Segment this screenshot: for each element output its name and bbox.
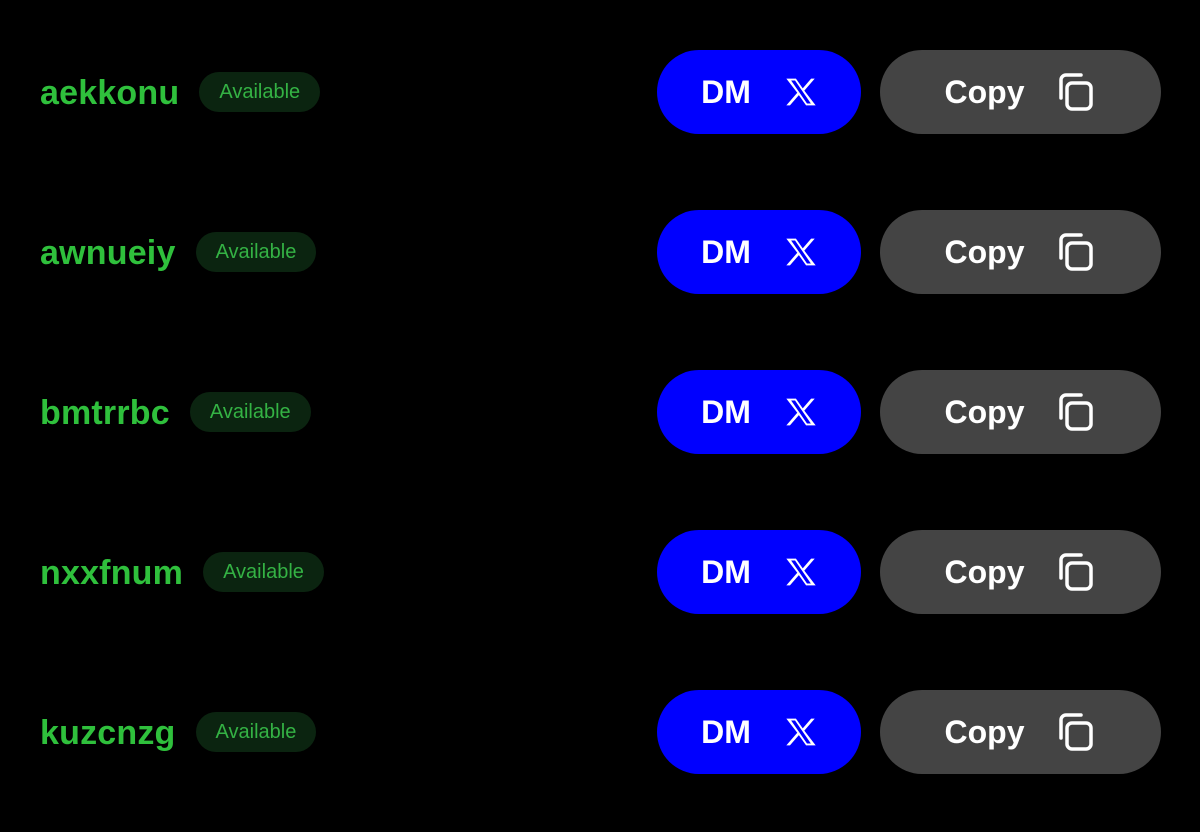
- copy-icon: [1058, 553, 1093, 591]
- username-text: awnueiy: [40, 234, 176, 272]
- dm-button-label: DM: [701, 74, 751, 110]
- username-group: awnueiy Available: [40, 210, 317, 294]
- status-badge: Available: [203, 552, 324, 592]
- copy-icon: [1058, 233, 1093, 271]
- copy-button[interactable]: Copy: [880, 210, 1161, 294]
- dm-button-label: DM: [701, 714, 751, 750]
- username-group: bmtrrbc Available: [40, 370, 311, 454]
- copy-button[interactable]: Copy: [880, 530, 1161, 614]
- dm-button[interactable]: DM: [657, 50, 861, 134]
- username-row: bmtrrbc Available DM Copy: [0, 370, 1200, 454]
- dm-button[interactable]: DM: [657, 370, 861, 454]
- dm-button[interactable]: DM: [657, 690, 861, 774]
- dm-button[interactable]: DM: [657, 210, 861, 294]
- dm-button-label: DM: [701, 554, 751, 590]
- username-group: aekkonu Available: [40, 50, 321, 134]
- dm-button[interactable]: DM: [657, 530, 861, 614]
- username-text: nxxfnum: [40, 554, 184, 592]
- username-row: awnueiy Available DM Copy: [0, 210, 1200, 294]
- copy-icon: [1058, 713, 1093, 751]
- x-logo-icon: [786, 238, 816, 266]
- x-logo-icon: [786, 398, 816, 426]
- copy-button-label: Copy: [944, 714, 1025, 750]
- username-group: kuzcnzg Available: [40, 690, 317, 774]
- copy-button[interactable]: Copy: [880, 50, 1161, 134]
- copy-button[interactable]: Copy: [880, 370, 1161, 454]
- copy-button-label: Copy: [944, 394, 1025, 430]
- username-list: aekkonu Available DM Copy awnueiy Availa…: [0, 0, 1200, 832]
- status-badge: Available: [195, 232, 317, 272]
- username-row: kuzcnzg Available DM Copy: [0, 690, 1200, 774]
- username-text: bmtrrbc: [40, 394, 170, 432]
- status-badge: Available: [199, 72, 321, 112]
- copy-icon: [1058, 393, 1093, 431]
- x-logo-icon: [786, 718, 816, 746]
- username-text: aekkonu: [40, 74, 180, 112]
- copy-button-label: Copy: [944, 74, 1025, 110]
- copy-icon: [1058, 73, 1093, 111]
- dm-button-label: DM: [701, 234, 751, 270]
- dm-button-label: DM: [701, 394, 751, 430]
- username-text: kuzcnzg: [40, 714, 176, 752]
- status-badge: Available: [195, 712, 317, 752]
- x-logo-icon: [786, 558, 816, 586]
- x-logo-icon: [786, 78, 816, 106]
- username-group: nxxfnum Available: [40, 530, 324, 614]
- username-row: aekkonu Available DM Copy: [0, 50, 1200, 134]
- copy-button-label: Copy: [944, 554, 1025, 590]
- copy-button[interactable]: Copy: [880, 690, 1161, 774]
- copy-button-label: Copy: [944, 234, 1025, 270]
- status-badge: Available: [189, 392, 311, 432]
- username-row: nxxfnum Available DM Copy: [0, 530, 1200, 614]
